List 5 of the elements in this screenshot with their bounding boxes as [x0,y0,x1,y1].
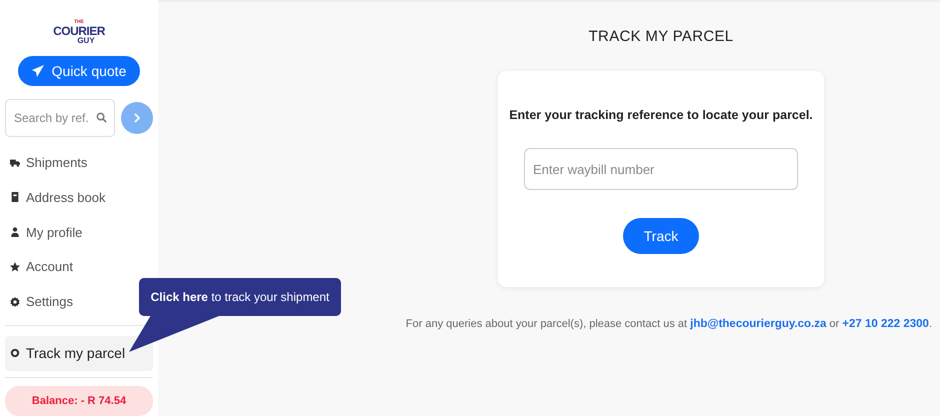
page-title: TRACK MY PARCEL [588,28,734,45]
tooltip-text: Click here to track your shipment [150,290,330,304]
tracking-prompt: Enter your tracking reference to locate your parcel. [509,108,813,122]
balance-badge: Balance: - R 74.54 [5,386,153,416]
contact-text: For any queries about your parcel(s), please contact us at jhb@thecourierguy.co.za or +27 10 222 2300. [406,318,932,330]
